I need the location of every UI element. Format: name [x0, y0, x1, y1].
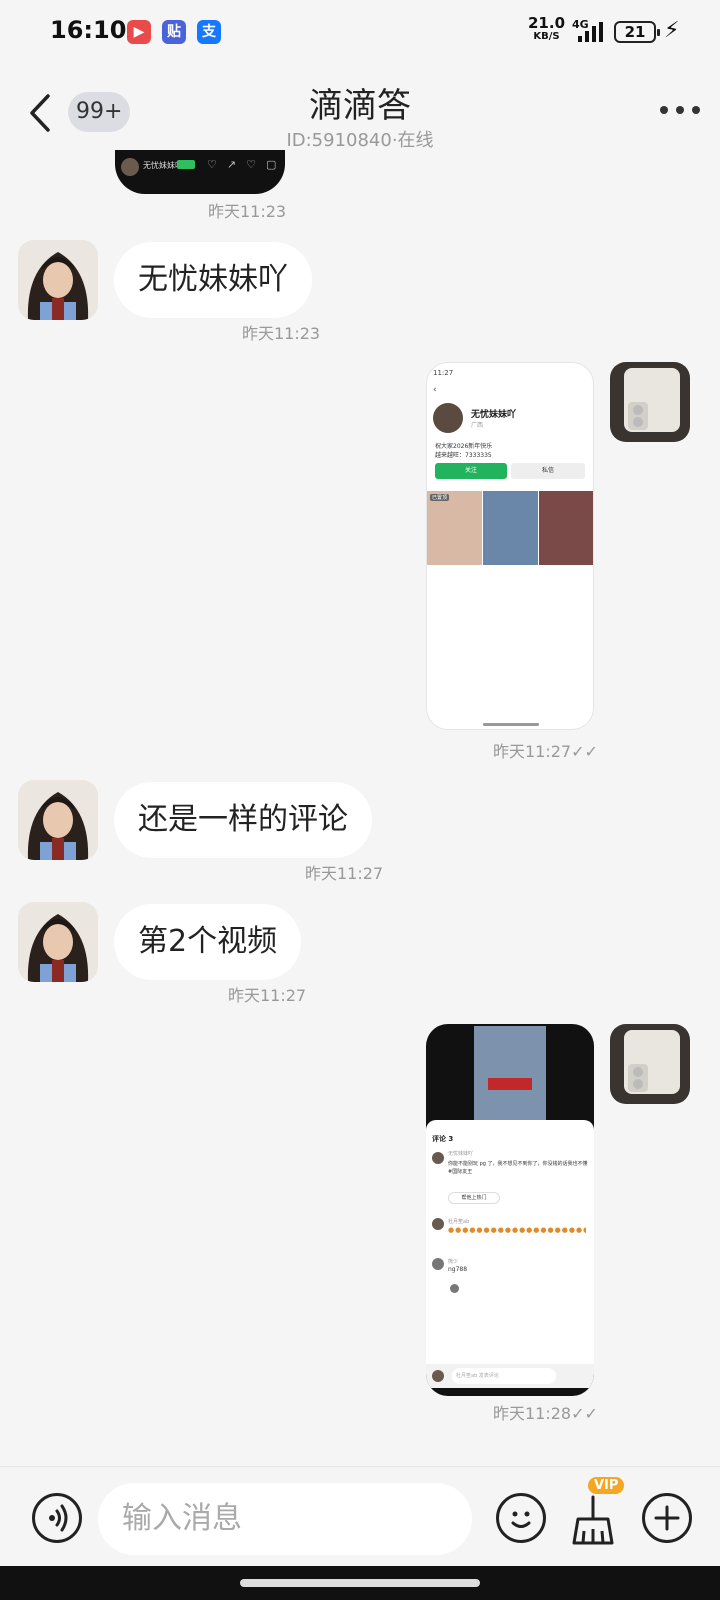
video-frame: [474, 1026, 546, 1120]
my-avatar[interactable]: [610, 362, 690, 442]
more-button[interactable]: [660, 100, 700, 120]
message-time: 昨天11:23: [242, 324, 321, 343]
avatar-image: [18, 240, 98, 320]
message-bubble[interactable]: 还是一样的评论: [114, 782, 372, 858]
my-avatar[interactable]: [610, 1024, 690, 1104]
avatar[interactable]: [18, 780, 98, 860]
time-text: 昨天11:27: [493, 742, 572, 761]
avatar: [450, 1284, 459, 1293]
image-message[interactable]: 11:27 ‹ 无忧妹妹吖 广西 祝大家2026新年快乐 越来越旺：733333…: [426, 362, 594, 730]
chat-header: 99+ 滴滴答 ID:5910840·在线: [0, 70, 720, 160]
message-time: 昨天11:27✓✓: [493, 738, 598, 762]
dot-icon: [660, 106, 668, 114]
plus-icon: [654, 1505, 680, 1531]
avatar: [432, 1152, 444, 1164]
tieba-icon: 贴: [162, 20, 186, 44]
image-message[interactable]: 无忧妹妹吖 ♡↗♡▢: [115, 150, 285, 194]
home-indicator[interactable]: [240, 1579, 480, 1587]
home-indicator: [483, 723, 539, 726]
avatar[interactable]: [18, 902, 98, 982]
comment-input-area: 杜月笙ab 发表评论: [426, 1364, 594, 1388]
action-icons: ♡↗♡▢: [207, 158, 285, 171]
message-input[interactable]: 输入消息: [98, 1483, 472, 1555]
message-time: 昨天11:28✓✓: [493, 1400, 598, 1424]
broom-button[interactable]: [568, 1491, 618, 1547]
status-bar: 16:10 ▶ 贴 支 21.0 KB/S 4G 21 ⚡: [0, 0, 720, 64]
smiley-icon: [511, 1511, 531, 1528]
avatar: [433, 403, 463, 433]
dot-icon: [676, 106, 684, 114]
video-thumb: [483, 491, 538, 565]
video-app-icon: ▶: [127, 20, 151, 44]
banner: [488, 1078, 532, 1090]
preview-follow: 关注: [435, 463, 507, 479]
preview-comments-title: 评论 3: [432, 1135, 454, 1143]
vip-badge: VIP: [588, 1477, 625, 1494]
back-icon: ‹: [433, 385, 437, 395]
preview-comment-text: 你能不能别玩 pg 了，我不想见不到你了，你没钱的话我也不懂#国际友王: [448, 1161, 588, 1175]
preview-comment-input: 杜月笙ab 发表评论: [452, 1368, 556, 1384]
preview-region: 广西: [471, 422, 484, 429]
preview-bio: 祝大家2026新年快乐: [435, 443, 493, 450]
avatar: [432, 1258, 444, 1270]
preview-tag: 已置顶: [430, 494, 450, 501]
preview-comment-name: 无忧妹妹吖: [448, 1151, 474, 1157]
video-thumb: [427, 491, 482, 565]
emoji-row: ●●●●●●●●●●●●●●●●●●●●●●: [448, 1226, 586, 1234]
preview-message: 私信: [511, 463, 585, 479]
message-bubble[interactable]: 无忧妹妹吖: [114, 242, 312, 318]
avatar[interactable]: [18, 240, 98, 320]
battery-icon: 21: [614, 21, 660, 43]
preview-name: 无忧妹妹吖: [471, 410, 517, 420]
read-check-icon: ✓✓: [571, 1404, 598, 1423]
preview-bio: 越来越旺：7333335: [435, 452, 492, 459]
preview-comment-name: 熊少: [448, 1259, 459, 1265]
alipay-icon: 支: [197, 20, 221, 44]
preview-comment-name: 杜月笙ab: [448, 1219, 470, 1225]
chat-subtitle: ID:5910840·在线: [286, 130, 434, 151]
avatar: [432, 1218, 444, 1230]
read-check-icon: ✓✓: [571, 742, 598, 761]
voice-button[interactable]: [32, 1493, 82, 1543]
navigation-bar: [0, 1566, 720, 1600]
comment-panel: 评论 3 无忧妹妹吖 你能不能别玩 pg 了，我不想见不到你了，你没钱的话我也不…: [426, 1120, 594, 1364]
charging-icon: ⚡: [664, 18, 680, 43]
avatar: [121, 158, 139, 176]
emoji-button[interactable]: [496, 1493, 546, 1543]
preview-comment-text: ng788: [448, 1266, 468, 1273]
add-button[interactable]: [642, 1493, 692, 1543]
voice-icon: [49, 1504, 68, 1532]
avatar-image: [610, 362, 690, 442]
video-thumb: [539, 491, 593, 565]
input-bar: 输入消息 VIP: [0, 1466, 720, 1566]
avatar-image: [18, 902, 98, 982]
preview-help: 帮他上热门: [448, 1192, 500, 1204]
tag: [177, 160, 195, 169]
dot-icon: [692, 106, 700, 114]
message-bubble[interactable]: 第2个视频: [114, 904, 302, 980]
avatar-image: [610, 1024, 690, 1104]
broom-icon: [572, 1495, 614, 1545]
preview-status: 11:27: [433, 369, 454, 377]
avatar: [432, 1370, 444, 1382]
message-time: 昨天11:27: [228, 986, 307, 1005]
image-message[interactable]: 评论 3 无忧妹妹吖 你能不能别玩 pg 了，我不想见不到你了，你没钱的话我也不…: [426, 1024, 594, 1396]
message-time: 昨天11:23: [208, 202, 287, 221]
time-text: 昨天11:28: [493, 1404, 572, 1423]
message-time: 昨天11:27: [305, 864, 384, 883]
net-speed: 21.0 KB/S: [528, 16, 565, 44]
net-speed-unit: KB/S: [533, 31, 560, 42]
status-time: 16:10: [50, 16, 127, 44]
chat-title: 滴滴答: [309, 86, 411, 126]
signal-icon: [578, 22, 604, 42]
avatar-image: [18, 780, 98, 860]
